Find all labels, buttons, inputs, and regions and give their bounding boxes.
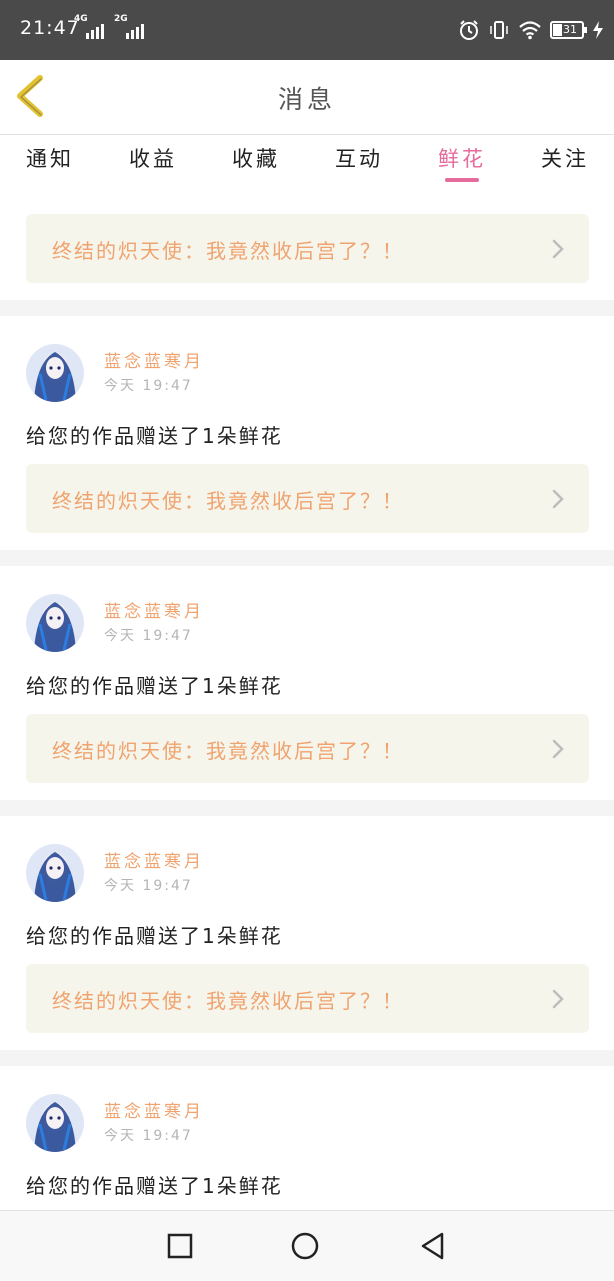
message-text: 给您的作品赠送了1朵鲜花 xyxy=(26,424,283,448)
tab-favorites[interactable]: 收藏 xyxy=(221,143,291,173)
flower-message-card: 蓝念蓝寒月 今天 19:47 给您的作品赠送了1朵鲜花 xyxy=(0,1066,614,1210)
work-title: 终结的炽天使：我竟然收后宫了？！ xyxy=(52,989,404,1013)
work-title: 终结的炽天使：我竟然收后宫了？！ xyxy=(52,739,404,763)
home-button[interactable] xyxy=(290,1231,320,1261)
flower-message-card-partial: 终结的炽天使：我竟然收后宫了？！ xyxy=(0,185,614,300)
chevron-right-icon xyxy=(552,989,564,1009)
tab-interactions[interactable]: 互动 xyxy=(324,143,394,173)
chevron-right-icon xyxy=(552,489,564,509)
avatar[interactable] xyxy=(26,844,84,902)
network-2g-label: 2G xyxy=(114,14,128,24)
signal-icon-2 xyxy=(126,24,144,39)
alarm-icon xyxy=(460,20,478,40)
chevron-right-icon xyxy=(552,239,564,259)
message-text: 给您的作品赠送了1朵鲜花 xyxy=(26,924,283,948)
avatar-image xyxy=(26,844,84,902)
avatar[interactable] xyxy=(26,344,84,402)
active-tab-indicator xyxy=(445,178,479,182)
avatar[interactable] xyxy=(26,594,84,652)
flower-message-card: 蓝念蓝寒月 今天 19:47 给您的作品赠送了1朵鲜花 终结的炽天使：我竟然收后… xyxy=(0,316,614,550)
battery-level: 31 xyxy=(563,23,577,36)
wifi-icon xyxy=(519,21,541,40)
tab-earnings[interactable]: 收益 xyxy=(118,143,188,173)
avatar-image xyxy=(26,344,84,402)
charging-icon xyxy=(593,21,603,39)
recents-square-icon xyxy=(167,1233,193,1259)
username[interactable]: 蓝念蓝寒月 xyxy=(104,1097,204,1122)
card-separator xyxy=(0,800,614,816)
app-header: 消息 xyxy=(0,60,614,135)
system-nav-bar xyxy=(0,1210,614,1281)
avatar[interactable] xyxy=(26,1094,84,1152)
card-separator xyxy=(0,1050,614,1066)
signal-icon xyxy=(86,24,104,39)
work-title: 终结的炽天使：我竟然收后宫了？！ xyxy=(52,239,404,263)
avatar-image xyxy=(26,1094,84,1152)
work-link[interactable]: 终结的炽天使：我竟然收后宫了？！ xyxy=(26,964,589,1033)
username[interactable]: 蓝念蓝寒月 xyxy=(104,347,204,372)
home-circle-icon xyxy=(291,1232,319,1260)
message-feed[interactable]: 终结的炽天使：我竟然收后宫了？！ 蓝念蓝寒月 今天 19:47 给您的作品赠送了… xyxy=(0,185,614,1210)
tab-following[interactable]: 关注 xyxy=(530,143,600,173)
message-text: 给您的作品赠送了1朵鲜花 xyxy=(26,674,283,698)
recents-button[interactable] xyxy=(165,1231,195,1261)
card-separator xyxy=(0,550,614,566)
status-icons: 31 xyxy=(458,15,604,45)
card-separator xyxy=(0,300,614,316)
timestamp: 今天 19:47 xyxy=(104,878,193,894)
battery-icon: 31 xyxy=(550,21,587,39)
network-4g-label: 4G xyxy=(74,14,88,24)
timestamp: 今天 19:47 xyxy=(104,378,193,394)
tab-flowers[interactable]: 鲜花 xyxy=(427,143,497,173)
status-time: 21:47 xyxy=(20,17,80,39)
chevron-right-icon xyxy=(552,739,564,759)
flower-message-card: 蓝念蓝寒月 今天 19:47 给您的作品赠送了1朵鲜花 终结的炽天使：我竟然收后… xyxy=(0,566,614,800)
work-title: 终结的炽天使：我竟然收后宫了？！ xyxy=(52,489,404,513)
username[interactable]: 蓝念蓝寒月 xyxy=(104,847,204,872)
status-bar: 21:47 4G 2G 31 xyxy=(0,0,614,60)
work-link[interactable]: 终结的炽天使：我竟然收后宫了？！ xyxy=(26,714,589,783)
vibrate-icon xyxy=(490,21,508,39)
timestamp: 今天 19:47 xyxy=(104,1128,193,1144)
work-link[interactable]: 终结的炽天使：我竟然收后宫了？！ xyxy=(26,464,589,533)
page-title: 消息 xyxy=(277,85,336,114)
work-link[interactable]: 终结的炽天使：我竟然收后宫了？！ xyxy=(26,214,589,283)
back-triangle-icon xyxy=(421,1232,444,1260)
message-text: 给您的作品赠送了1朵鲜花 xyxy=(26,1174,283,1198)
tab-bar: 通知 收益 收藏 互动 鲜花 关注 xyxy=(0,135,614,185)
back-nav-button[interactable] xyxy=(418,1231,448,1261)
flower-message-card: 蓝念蓝寒月 今天 19:47 给您的作品赠送了1朵鲜花 终结的炽天使：我竟然收后… xyxy=(0,816,614,1050)
timestamp: 今天 19:47 xyxy=(104,628,193,644)
username[interactable]: 蓝念蓝寒月 xyxy=(104,597,204,622)
tab-notifications[interactable]: 通知 xyxy=(15,143,85,173)
avatar-image xyxy=(26,594,84,652)
